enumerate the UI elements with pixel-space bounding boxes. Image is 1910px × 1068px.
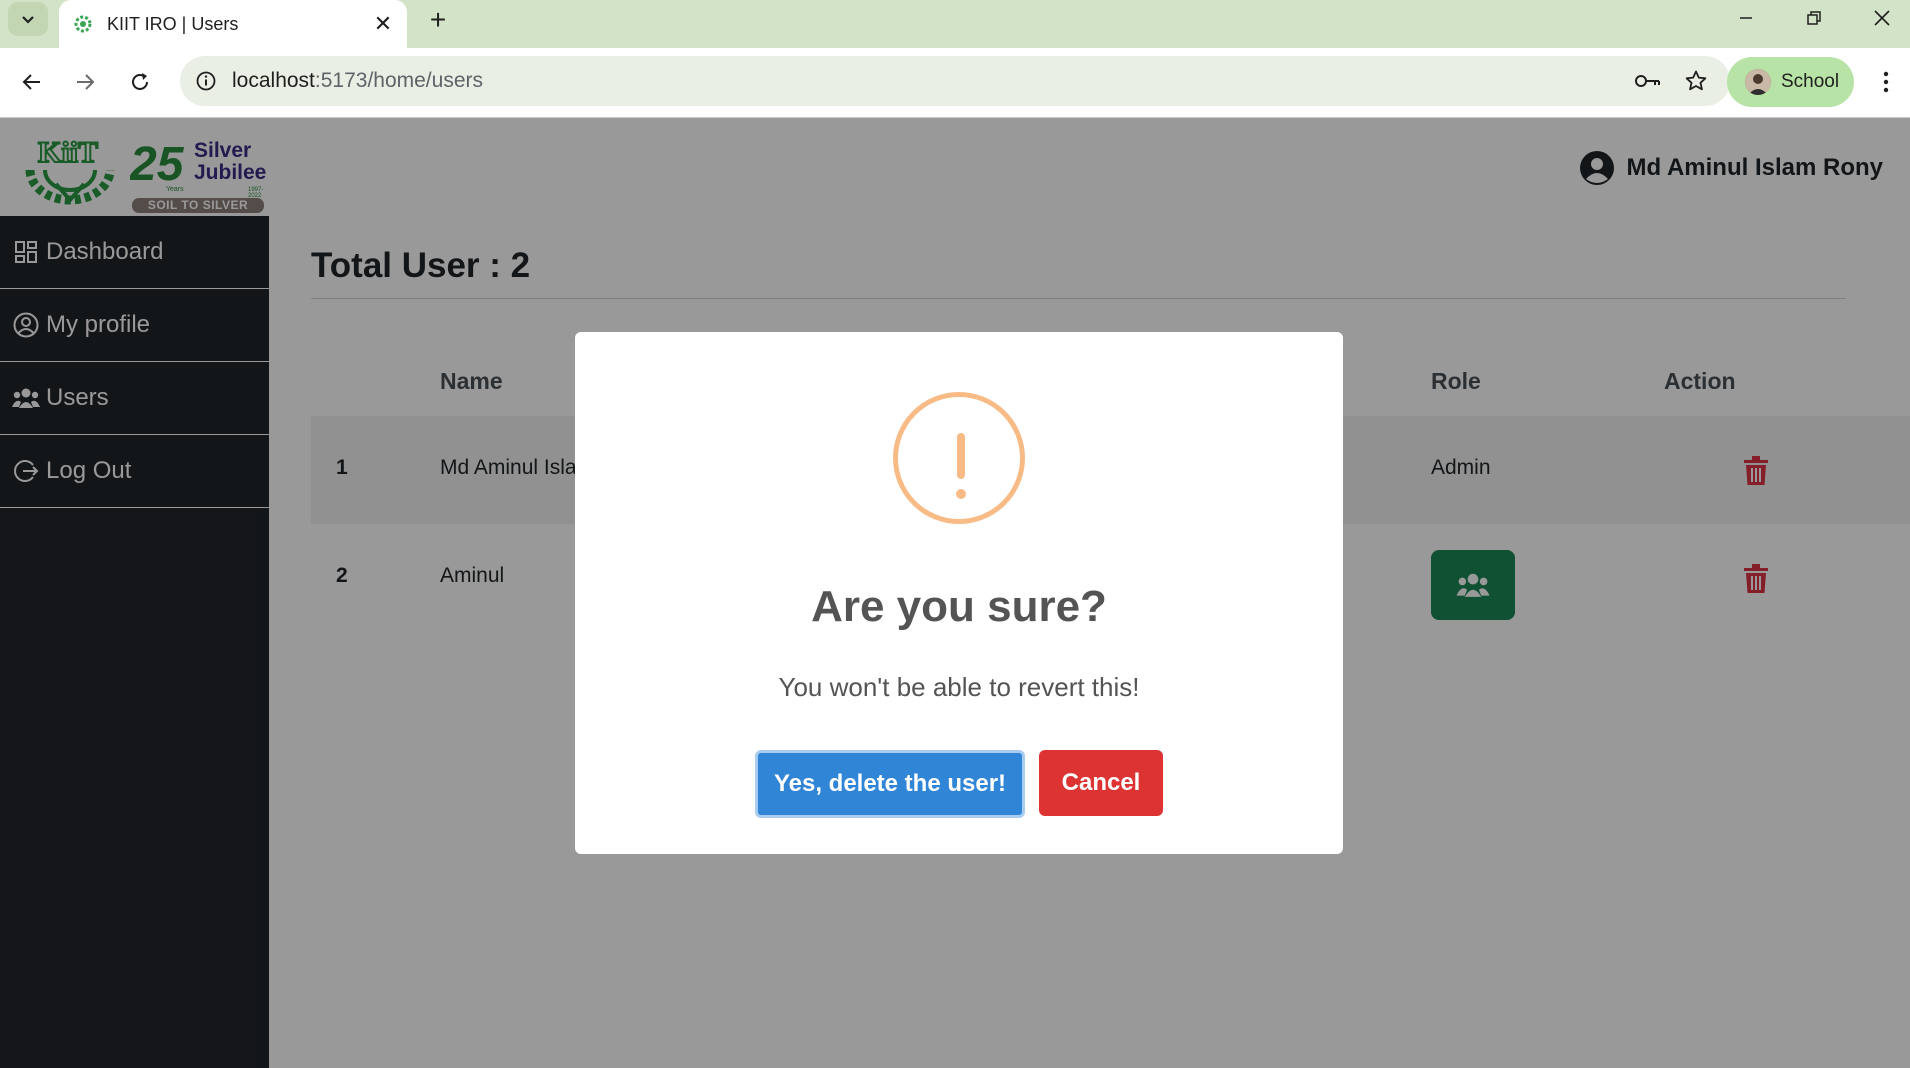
tab-search-button[interactable] (8, 2, 48, 36)
tab-close-icon[interactable]: ✕ (365, 6, 401, 42)
chevron-down-icon (22, 16, 34, 24)
cancel-button[interactable]: Cancel (1039, 750, 1163, 816)
back-button[interactable] (10, 60, 54, 104)
window-close-button[interactable] (1848, 0, 1910, 36)
profile-button[interactable]: School (1727, 57, 1854, 107)
reload-icon (132, 73, 148, 90)
site-info-icon[interactable] (180, 56, 232, 106)
avatar (1745, 69, 1771, 95)
browser-tab[interactable]: KIIT IRO | Users ✕ (59, 0, 407, 48)
restore-icon (1807, 11, 1821, 25)
url-text: localhost:5173/home/users (232, 69, 1624, 93)
url-host: localhost (232, 69, 315, 92)
browser-tab-bar: KIIT IRO | Users ✕ + (0, 0, 1910, 48)
restore-button[interactable] (1780, 0, 1848, 36)
warning-icon-dot (956, 489, 966, 499)
forward-button[interactable] (63, 60, 107, 104)
password-key-icon[interactable] (1624, 57, 1672, 105)
browser-menu-button[interactable] (1868, 60, 1904, 104)
url-path: :5173/home/users (314, 69, 483, 92)
dialog-title: Are you sure? (811, 582, 1107, 631)
bookmark-star-icon[interactable] (1672, 57, 1720, 105)
warning-icon (893, 392, 1025, 524)
reload-button[interactable] (118, 60, 162, 104)
profile-label: School (1781, 71, 1840, 92)
browser-toolbar: localhost:5173/home/users School (0, 48, 1910, 118)
new-tab-button[interactable]: + (420, 2, 456, 38)
more-vertical-icon (1883, 71, 1889, 93)
warning-icon-bar (957, 433, 965, 479)
minimize-button[interactable] (1712, 0, 1780, 36)
tab-title: KIIT IRO | Users (107, 13, 239, 34)
confirm-delete-button[interactable]: Yes, delete the user! (755, 750, 1025, 818)
close-icon (1874, 10, 1890, 26)
arrow-left-icon (22, 74, 40, 90)
dialog-message: You won't be able to revert this! (778, 672, 1140, 702)
address-bar[interactable]: localhost:5173/home/users (180, 56, 1730, 106)
confirm-delete-dialog: Are you sure? You won't be able to rever… (575, 332, 1343, 854)
kiit-favicon-icon (74, 15, 92, 33)
minimize-icon (1740, 17, 1752, 19)
arrow-right-icon (77, 74, 95, 90)
